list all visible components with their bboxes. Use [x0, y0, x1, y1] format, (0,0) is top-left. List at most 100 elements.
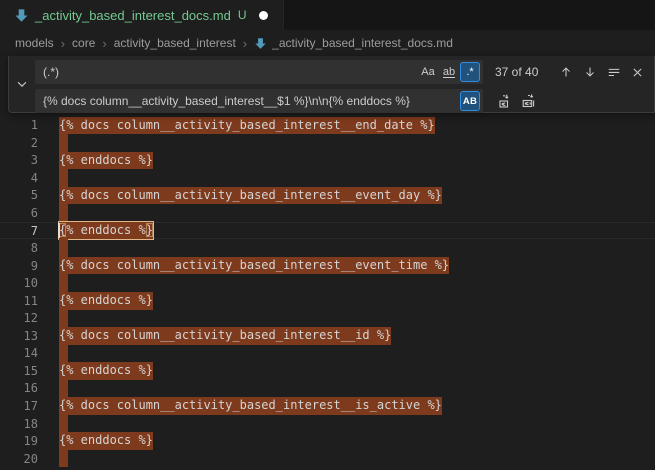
replace-all-button[interactable]	[518, 91, 539, 112]
line-number[interactable]: 13	[0, 329, 55, 343]
find-match-highlight: {% docs column__activity_based_interest_…	[59, 397, 442, 415]
line-content[interactable]	[59, 274, 655, 292]
breadcrumb-item-file[interactable]: _activity_based_interest_docs.md	[254, 36, 453, 50]
close-find-button[interactable]	[627, 62, 648, 83]
line-content[interactable]: {% docs column__activity_based_interest_…	[59, 117, 655, 135]
line-content[interactable]	[59, 134, 655, 152]
bracket-match: }	[146, 223, 153, 237]
code-line-16[interactable]: 16	[0, 380, 655, 398]
line-content[interactable]: {% enddocs %}	[59, 152, 655, 170]
find-input[interactable]: (.*) Aa ab .*	[35, 60, 483, 84]
line-content[interactable]	[59, 345, 655, 363]
editor-pane[interactable]: (.*) Aa ab .* 37 of 40	[0, 56, 655, 470]
code-line-20[interactable]: 20	[0, 450, 655, 468]
line-content[interactable]: {% enddocs %}	[59, 362, 655, 380]
code-line-19[interactable]: 19 {% enddocs %}	[0, 432, 655, 450]
markdown-file-icon	[14, 8, 29, 23]
line-number[interactable]: 8	[0, 241, 55, 255]
results-count: 37 of 40	[495, 65, 538, 79]
next-match-button[interactable]	[579, 62, 600, 83]
code-area[interactable]: 1 {% docs column__activity_based_interest…	[0, 56, 655, 467]
line-content[interactable]: {% docs column__activity_based_interest_…	[59, 187, 655, 205]
replace-all-icon	[521, 93, 537, 109]
tab-filename: _activity_based_interest_docs.md	[35, 8, 231, 23]
code-line-6[interactable]: 6	[0, 204, 655, 222]
code-line-1[interactable]: 1 {% docs column__activity_based_interest…	[0, 117, 655, 135]
find-match-highlight	[59, 169, 68, 187]
line-number[interactable]: 19	[0, 434, 55, 448]
find-row: (.*) Aa ab .* 37 of 40	[35, 60, 648, 84]
find-match-highlight: {% enddocs %}	[59, 292, 153, 310]
replace-button[interactable]	[494, 91, 515, 112]
line-number[interactable]: 11	[0, 294, 55, 308]
line-content[interactable]: {% enddocs %}	[59, 222, 655, 240]
replace-input[interactable]: {% docs column__activity_based_interest_…	[35, 89, 483, 113]
code-line-9[interactable]: 9 {% docs column__activity_based_interest…	[0, 257, 655, 275]
code-line-18[interactable]: 18	[0, 415, 655, 433]
line-number[interactable]: 7	[0, 224, 55, 238]
code-line-11[interactable]: 11 {% enddocs %}	[0, 292, 655, 310]
code-line-14[interactable]: 14	[0, 345, 655, 363]
code-line-5[interactable]: 5 {% docs column__activity_based_interest…	[0, 187, 655, 205]
find-match-highlight	[59, 134, 68, 152]
line-number[interactable]: 10	[0, 276, 55, 290]
line-content[interactable]	[59, 204, 655, 222]
code-line-3[interactable]: 3 {% enddocs %}	[0, 152, 655, 170]
previous-match-button[interactable]	[555, 62, 576, 83]
arrow-up-icon	[559, 65, 573, 79]
match-case-toggle[interactable]: Aa	[418, 62, 438, 82]
line-content[interactable]	[59, 239, 655, 257]
find-match-highlight: {% enddocs %}	[59, 152, 153, 170]
code-line-7[interactable]: 7 {% enddocs %}	[0, 222, 655, 240]
line-content[interactable]: {% docs column__activity_based_interest_…	[59, 327, 655, 345]
line-number[interactable]: 3	[0, 153, 55, 167]
find-match-highlight	[59, 310, 68, 328]
find-in-selection-button[interactable]	[603, 62, 624, 83]
line-content[interactable]: {% enddocs %}	[59, 432, 655, 450]
preserve-case-toggle[interactable]: AB	[460, 91, 480, 111]
line-content[interactable]: {% enddocs %}	[59, 292, 655, 310]
line-number[interactable]: 4	[0, 171, 55, 185]
breadcrumb-item-core[interactable]: core	[72, 36, 95, 50]
line-content[interactable]	[59, 169, 655, 187]
breadcrumb: models › core › activity_based_interest …	[0, 30, 655, 56]
code-line-2[interactable]: 2	[0, 134, 655, 152]
line-number[interactable]: 17	[0, 399, 55, 413]
line-number[interactable]: 12	[0, 311, 55, 325]
line-content[interactable]	[59, 450, 655, 468]
line-number[interactable]: 5	[0, 188, 55, 202]
match-text: % enddocs %	[66, 223, 145, 237]
line-number[interactable]: 18	[0, 417, 55, 431]
line-number[interactable]: 15	[0, 364, 55, 378]
code-line-17[interactable]: 17 {% docs column__activity_based_interes…	[0, 397, 655, 415]
editor-tab[interactable]: _activity_based_interest_docs.md U	[0, 0, 284, 30]
code-line-8[interactable]: 8	[0, 239, 655, 257]
whole-word-toggle[interactable]: ab	[439, 62, 459, 82]
markdown-file-icon	[254, 37, 267, 50]
replace-icon	[497, 93, 513, 109]
line-number[interactable]: 20	[0, 452, 55, 466]
line-number[interactable]: 1	[0, 118, 55, 132]
line-number[interactable]: 2	[0, 136, 55, 150]
line-number[interactable]: 9	[0, 259, 55, 273]
breadcrumb-item-models[interactable]: models	[15, 36, 54, 50]
line-content[interactable]	[59, 310, 655, 328]
toggle-replace-button[interactable]	[9, 56, 35, 112]
line-content[interactable]: {% docs column__activity_based_interest_…	[59, 257, 655, 275]
breadcrumb-item-folder[interactable]: activity_based_interest	[114, 36, 236, 50]
code-line-13[interactable]: 13 {% docs column__activity_based_interes…	[0, 327, 655, 345]
code-line-10[interactable]: 10	[0, 274, 655, 292]
line-content[interactable]	[59, 380, 655, 398]
line-number[interactable]: 14	[0, 346, 55, 360]
code-line-12[interactable]: 12	[0, 310, 655, 328]
line-number[interactable]: 6	[0, 206, 55, 220]
find-match-highlight	[59, 345, 68, 363]
line-number[interactable]: 16	[0, 381, 55, 395]
unsaved-dot-icon[interactable]	[259, 11, 268, 20]
code-line-4[interactable]: 4	[0, 169, 655, 187]
regex-toggle[interactable]: .*	[460, 62, 480, 82]
line-content[interactable]	[59, 415, 655, 433]
close-icon	[631, 66, 644, 79]
code-line-15[interactable]: 15 {% enddocs %}	[0, 362, 655, 380]
line-content[interactable]: {% docs column__activity_based_interest_…	[59, 397, 655, 415]
